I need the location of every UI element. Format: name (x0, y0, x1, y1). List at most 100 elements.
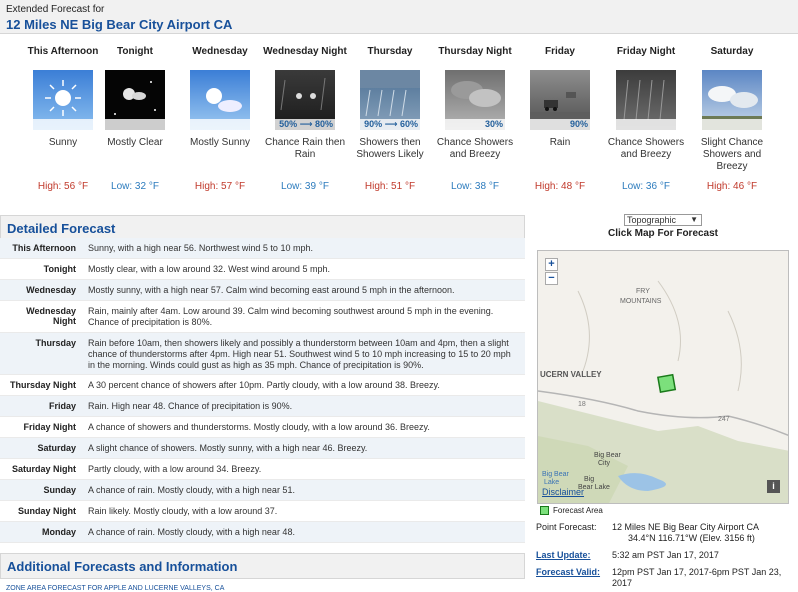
detailed-row: Saturday Night Partly cloudy, with a low … (0, 459, 525, 480)
row-label: Friday (48, 401, 76, 411)
period-short: Chance Showers and Breezy (436, 137, 514, 160)
period-name: Thursday (367, 46, 413, 57)
period-wednesday-night: Wednesday Night 50% ⟶ 80% Chance Rain th… (262, 38, 348, 192)
period-tonight: Tonight Mostly Clear Low: 32 °F (92, 38, 178, 192)
last-update-link[interactable]: Last Update: (536, 550, 612, 561)
map-label-mountains: MOUNTAINS (620, 298, 662, 305)
map-label-bigbear-lake-1: Big Bear (542, 471, 570, 478)
point-forecast-coords: 34.4°N 116.71°W (Elev. 3156 ft) (628, 533, 755, 543)
forecast-valid-value: 12pm PST Jan 17, 2017-6pm PST Jan 23, 20… (612, 567, 782, 588)
row-label: Monday (41, 527, 76, 537)
detailed-row: Sunday Night Rain likely. Mostly cloudy, … (0, 501, 525, 522)
period-temp: High: 51 °F (364, 181, 416, 192)
row-label: Sunday Night (18, 506, 76, 516)
disclaimer-link[interactable]: Disclaimer (542, 487, 584, 497)
map-label-bigbear-lake-3: Big (584, 476, 594, 483)
detailed-row: Wednesday Night Rain, mainly after 4am. L… (0, 301, 525, 333)
detailed-row: Monday A chance of rain. Mostly cloudy, w… (0, 522, 525, 543)
period-friday: Friday 90% Rain High: 48 °F (517, 38, 603, 192)
period-name: Wednesday (192, 46, 248, 57)
row-label: Saturday Night (11, 464, 76, 474)
forecast-map[interactable]: FRY MOUNTAINS UCERN VALLEY 18 247 Big Be… (537, 250, 789, 504)
detailed-row: Wednesday Mostly sunny, with a high near … (0, 280, 525, 301)
period-temp: Low: 38 °F (451, 181, 499, 192)
page-header: Extended Forecast for 12 Miles NE Big Be… (0, 0, 798, 34)
row-label: Thursday (35, 338, 76, 348)
pop-label (616, 119, 676, 130)
mostly-sunny-icon (190, 70, 250, 130)
period-name: Tonight (117, 46, 153, 57)
period-temp: High: 57 °F (194, 181, 246, 192)
period-thursday-night: Thursday Night 30% Chance Showers and Br… (432, 38, 518, 192)
row-text: Sunny, with a high near 56. Northwest wi… (88, 243, 313, 253)
period-temp: Low: 39 °F (281, 181, 329, 192)
map-area: Topographic ▼ Click Map For Forecast FRY… (536, 214, 790, 504)
period-name: Friday (544, 46, 575, 57)
location-title: 12 Miles NE Big Bear City Airport CA (6, 17, 233, 32)
point-forecast-row: Point Forecast: 12 Miles NE Big Bear Cit… (536, 522, 794, 544)
period-name: Saturday (710, 46, 754, 57)
period-short: Mostly Clear (107, 137, 163, 148)
header-subtitle: Extended Forecast for (6, 4, 105, 15)
showers-icon: 90% ⟶ 60% (360, 70, 420, 130)
row-label: Sunday (43, 485, 76, 495)
period-short: Slight Chance Showers and Breezy (700, 137, 764, 172)
forecast-area-swatch (540, 506, 549, 515)
forecast-info: Point Forecast: 12 Miles NE Big Bear Cit… (536, 522, 794, 592)
row-label: Wednesday Night (26, 306, 76, 326)
detailed-row: This Afternoon Sunny, with a high near 56… (0, 238, 525, 259)
forecast-valid-row: Forecast Valid: 12pm PST Jan 17, 2017-6p… (536, 567, 794, 589)
map-label-bigbear-city-2: City (598, 460, 611, 467)
period-thursday: Thursday 90% ⟶ 60% Showers then Showers … (347, 38, 433, 192)
row-text: Rain, mainly after 4am. Low around 39. C… (88, 306, 494, 327)
period-name: Friday Night (616, 46, 676, 57)
detailed-row: Friday Night A chance of showers and thun… (0, 417, 525, 438)
row-text: A chance of rain. Mostly cloudy, with a … (88, 527, 295, 537)
row-label: This Afternoon (12, 243, 76, 253)
forecast-valid-link[interactable]: Forecast Valid: (536, 567, 612, 589)
map-label-lucern: UCERN VALLEY (540, 370, 602, 379)
map-type-value: Topographic (627, 215, 677, 225)
pop-label (702, 119, 762, 130)
pop-label (105, 119, 165, 130)
map-label-route247: 247 (718, 416, 730, 423)
map-label-bigbear-lake-2: Lake (544, 479, 559, 486)
period-wednesday: Wednesday Mostly Sunny High: 57 °F (177, 38, 263, 192)
row-text: Partly cloudy, with a low around 34. Bre… (88, 464, 262, 474)
row-text: A chance of rain. Mostly cloudy, with a … (88, 485, 295, 495)
zone-forecast-link[interactable]: ZONE AREA FORECAST FOR APPLE AND LUCERNE… (6, 585, 224, 592)
row-label: Friday Night (23, 422, 76, 432)
breezy-showers-icon: 30% (445, 70, 505, 130)
pop-label (190, 119, 250, 130)
info-icon[interactable]: i (767, 480, 780, 493)
row-label: Wednesday (26, 285, 76, 295)
row-text: A chance of showers and thunderstorms. M… (88, 422, 430, 432)
period-temp: High: 46 °F (706, 181, 758, 192)
pop-label (33, 119, 93, 130)
chevron-down-icon: ▼ (690, 215, 698, 224)
detailed-forecast: This Afternoon Sunny, with a high near 56… (0, 238, 525, 543)
period-name: Wednesday Night (263, 46, 347, 57)
period-short: Chance Rain then Rain (264, 137, 346, 160)
map-label-bigbear-city-1: Big Bear (594, 452, 622, 459)
row-text: Rain likely. Mostly cloudy, with a low a… (88, 506, 278, 516)
map-label-fry: FRY (636, 288, 650, 295)
detailed-row: Friday Rain. High near 48. Chance of prec… (0, 396, 525, 417)
sunny-icon (33, 70, 93, 130)
period-name: Thursday Night (438, 46, 512, 57)
point-forecast-location: 12 Miles NE Big Bear City Airport CA (612, 522, 760, 532)
zoom-in-button[interactable]: + (545, 258, 558, 271)
legend-label: Forecast Area (553, 506, 603, 515)
row-label: Tonight (43, 264, 76, 274)
period-temp: Low: 36 °F (622, 181, 670, 192)
night-showers-icon (616, 70, 676, 130)
detailed-row: Sunday A chance of rain. Mostly cloudy, w… (0, 480, 525, 501)
zoom-out-button[interactable]: − (545, 272, 558, 285)
map-type-select[interactable]: Topographic ▼ (624, 214, 702, 226)
row-text: A slight chance of showers. Mostly sunny… (88, 443, 368, 453)
last-update-row: Last Update: 5:32 am PST Jan 17, 2017 (536, 550, 794, 561)
slight-showers-icon (702, 70, 762, 130)
map-click-label: Click Map For Forecast (607, 228, 719, 239)
clear-night-icon (105, 70, 165, 130)
row-label: Saturday (37, 443, 76, 453)
